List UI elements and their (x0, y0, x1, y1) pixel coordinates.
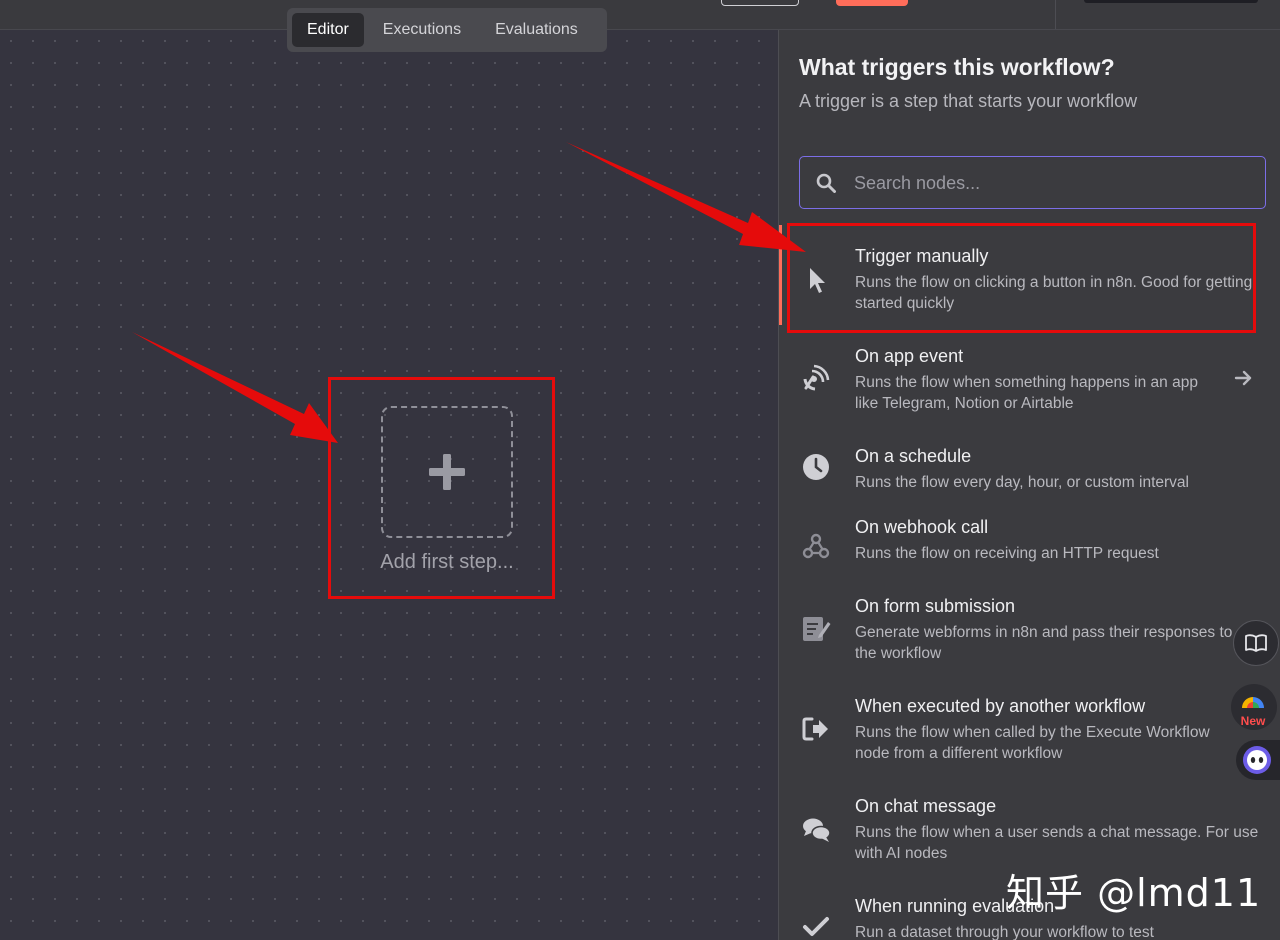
check-icon (803, 917, 829, 936)
top-divider (1055, 0, 1056, 29)
trigger-title: On app event (855, 346, 964, 366)
trigger-item-schedule[interactable]: On a schedule Runs the flow every day, h… (779, 425, 1280, 505)
view-tabs: Editor Executions Evaluations (287, 8, 607, 52)
trigger-description: Runs the flow every day, hour, or custom… (855, 474, 1189, 491)
tab-evaluations[interactable]: Evaluations (480, 13, 593, 47)
trigger-description: Run a dataset through your workflow to t… (855, 924, 1154, 940)
webhook-icon (802, 533, 830, 559)
book-icon (1245, 634, 1267, 652)
trigger-item-manual[interactable]: Trigger manually Runs the flow on clicki… (779, 225, 1280, 325)
sign-in-icon (802, 717, 828, 741)
panel-subtitle: A trigger is a step that starts your wor… (799, 91, 1138, 111)
trigger-title: On form submission (855, 596, 1016, 616)
trigger-description: Runs the flow on clicking a button in n8… (855, 274, 1253, 312)
plus-icon (429, 454, 465, 490)
top-chip[interactable] (1084, 0, 1258, 3)
top-primary-button[interactable] (836, 0, 908, 6)
trigger-title: On a schedule (855, 446, 972, 466)
tab-editor[interactable]: Editor (292, 13, 364, 47)
assistant-logo-icon (1242, 697, 1264, 708)
trigger-item-form[interactable]: On form submission Generate webforms in … (779, 585, 1280, 685)
trigger-description: Generate webforms in n8n and pass their … (855, 624, 1233, 662)
chat-icon (803, 818, 831, 842)
trigger-panel: What triggers this workflow? A trigger i… (778, 30, 1280, 940)
tab-executions[interactable]: Executions (368, 13, 476, 47)
add-first-step-label[interactable]: Add first step... (330, 551, 564, 574)
trigger-list: Trigger manually Runs the flow on clicki… (779, 225, 1280, 940)
cursor-icon (810, 268, 825, 293)
satellite-icon (803, 364, 830, 391)
clock-icon (803, 454, 829, 480)
trigger-title: On webhook call (855, 517, 989, 537)
search-icon (816, 173, 836, 193)
form-icon (803, 617, 831, 641)
panel-title: What triggers this workflow? (799, 54, 1115, 80)
top-bar (0, 0, 1280, 30)
trigger-title: On chat message (855, 796, 997, 816)
search-box[interactable] (799, 156, 1266, 209)
assistant-new-button[interactable]: New (1231, 684, 1277, 730)
search-input[interactable] (852, 157, 1256, 209)
trigger-description: Runs the flow when called by the Execute… (855, 724, 1210, 762)
chat-bot-button[interactable] (1236, 740, 1280, 780)
trigger-item-app-event[interactable]: On app event Runs the flow when somethin… (779, 325, 1280, 425)
trigger-description: Runs the flow when a user sends a chat m… (855, 824, 1259, 862)
trigger-title: Trigger manually (855, 246, 989, 266)
trigger-item-execute-workflow[interactable]: When executed by another workflow Runs t… (779, 685, 1280, 785)
trigger-item-webhook[interactable]: On webhook call Runs the flow on receivi… (779, 505, 1280, 585)
trigger-description: Runs the flow on receiving an HTTP reque… (855, 545, 1159, 562)
watermark: 知乎 @lmd11 (1006, 871, 1262, 915)
trigger-description: Runs the flow when something happens in … (855, 374, 1198, 412)
top-outline-button[interactable] (721, 0, 799, 6)
arrow-right-icon (1234, 370, 1252, 386)
trigger-title: When executed by another workflow (855, 696, 1146, 716)
bot-face-icon (1243, 746, 1271, 774)
add-first-step-button[interactable] (381, 406, 513, 538)
new-badge: New (1240, 714, 1266, 728)
docs-button[interactable] (1233, 620, 1279, 666)
